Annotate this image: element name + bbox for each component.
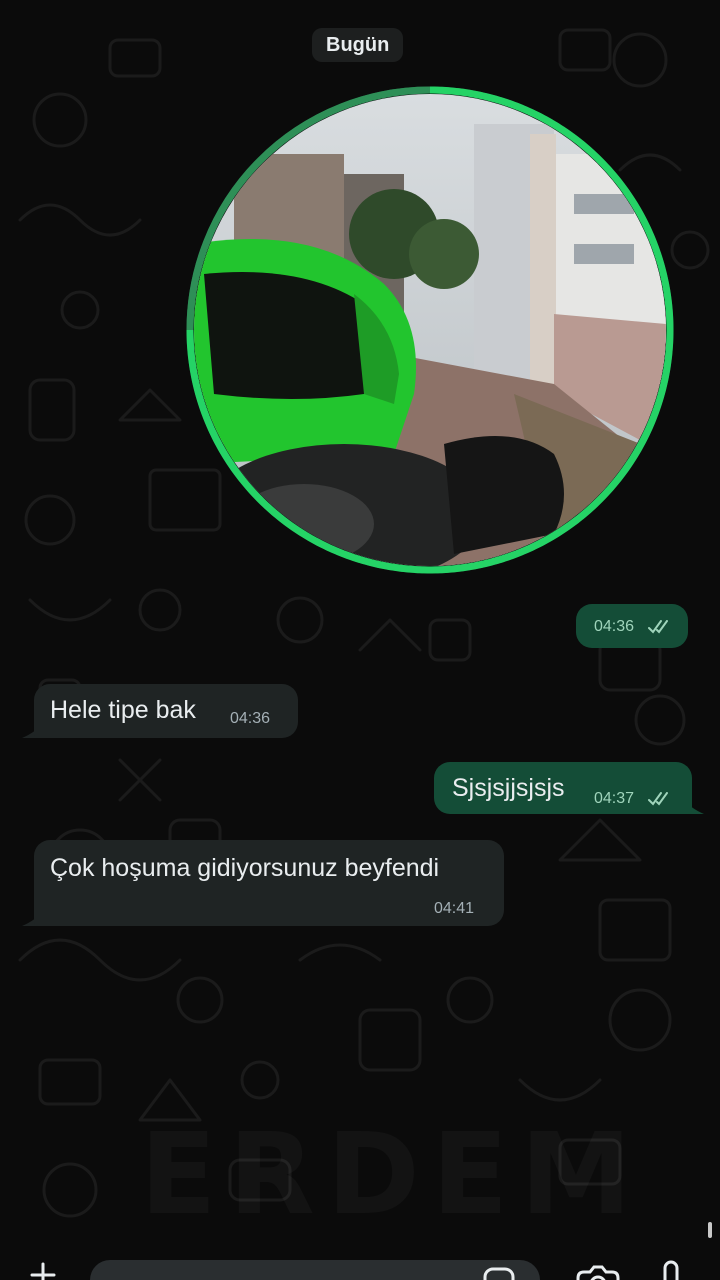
message-time: 04:41: [434, 900, 475, 917]
double-check-icon: [648, 620, 668, 634]
message-input[interactable]: [90, 1260, 540, 1280]
sticker-icon[interactable]: [482, 1266, 516, 1280]
camera-icon[interactable]: [574, 1264, 622, 1280]
double-check-icon: [648, 792, 668, 806]
message-bubble-incoming[interactable]: Hele tipe bak 04:36: [34, 684, 298, 738]
video-message[interactable]: [194, 94, 666, 566]
video-message-timestamp: 04:36: [576, 604, 688, 648]
plus-icon[interactable]: [30, 1262, 56, 1280]
mic-icon[interactable]: [656, 1260, 686, 1280]
message-time: 04:36: [594, 618, 635, 635]
message-time: 04:37: [594, 790, 635, 807]
message-text: Hele tipe bak: [50, 696, 196, 724]
message-bubble-incoming[interactable]: Çok hoşuma gidiyorsunuz beyfendi 04:41: [34, 840, 504, 926]
date-separator: Bugün: [312, 28, 404, 62]
message-bubble-outgoing[interactable]: Sjsjsjjsjsjs 04:37: [434, 762, 692, 814]
message-time: 04:36: [230, 710, 271, 727]
watermark: ERDEM: [140, 1110, 580, 1240]
message-text: Çok hoşuma gidiyorsunuz beyfendi: [50, 854, 440, 882]
video-thumbnail: [194, 94, 666, 566]
message-text: Sjsjsjjsjsjs: [452, 774, 565, 802]
scroll-indicator[interactable]: [708, 1222, 712, 1238]
